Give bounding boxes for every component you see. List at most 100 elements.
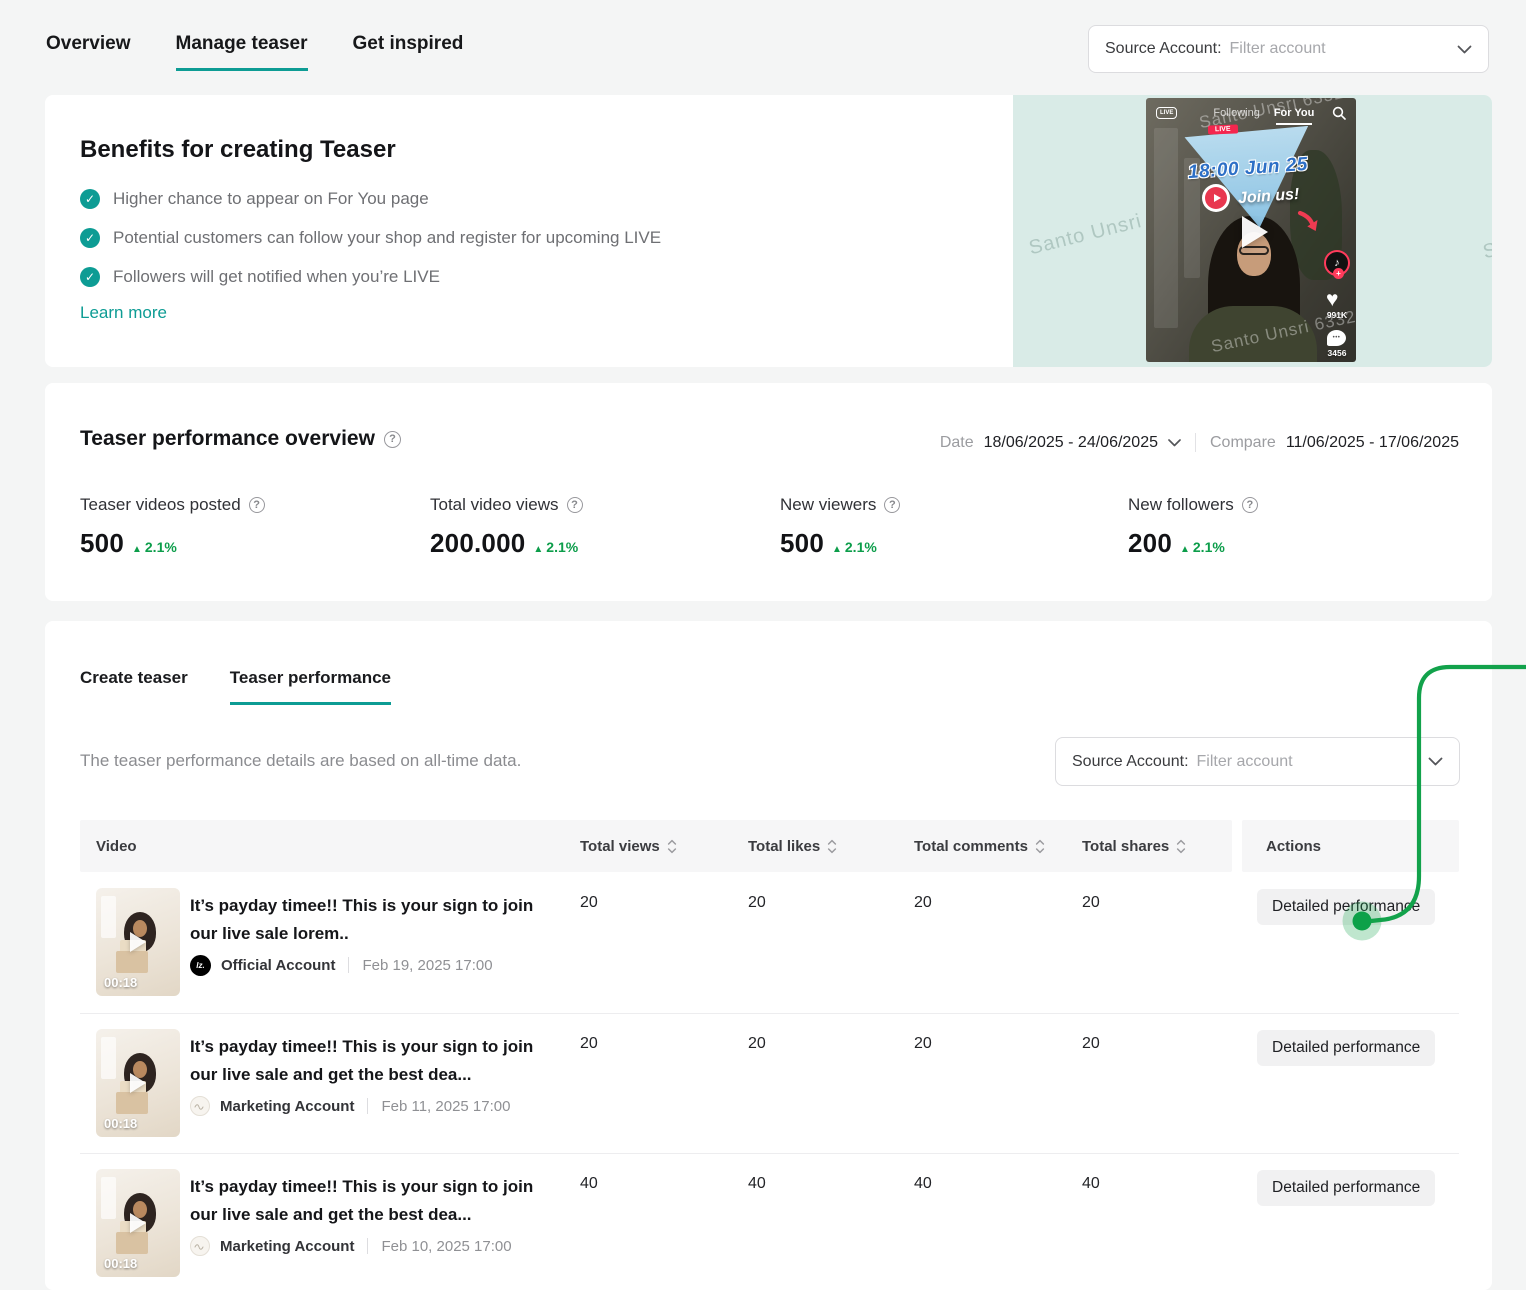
divider [348, 957, 350, 973]
divider [367, 1098, 369, 1114]
divider [367, 1238, 369, 1254]
question-icon[interactable]: ? [566, 497, 583, 513]
account-name: Marketing Account [220, 1237, 355, 1255]
heart-icon: ♥ [1326, 288, 1339, 311]
benefit-text: Potential customers can follow your shop… [113, 227, 662, 247]
sort-icon[interactable] [667, 839, 677, 854]
benefit-item: ✓ Followers will get notified when you’r… [80, 257, 440, 296]
compare-range-value[interactable]: 11/06/2025 - 17/06/2025 [1286, 434, 1459, 452]
account-avatar [190, 1096, 210, 1116]
tab-teaser-performance[interactable]: Teaser performance [229, 668, 392, 705]
column-header-total-likes[interactable]: Total likes [748, 820, 837, 872]
video-title: It’s payday timee!! This is your sign to… [190, 1037, 534, 1084]
column-label: Total comments [914, 837, 1028, 855]
overview-title-row: Teaser performance overview ? [80, 427, 401, 451]
metric-teaser-videos-posted: Teaser videos posted? 500 ▲ 2.1% [80, 495, 265, 559]
tab-overview[interactable]: Overview [46, 33, 131, 71]
learn-more-link[interactable]: Learn more [80, 303, 167, 323]
column-header-video: Video [96, 820, 137, 872]
all-time-data-note: The teaser performance details are based… [80, 751, 522, 770]
chevron-down-icon [1457, 45, 1472, 54]
presenter-figure [1189, 306, 1317, 362]
total-views-value: 20 [580, 1035, 598, 1052]
date-label: Date [939, 433, 974, 451]
play-icon [130, 1213, 146, 1233]
comment-bubble-icon: ••• [1327, 330, 1346, 346]
question-icon[interactable]: ? [248, 497, 265, 513]
filter-placeholder: Filter account [1196, 752, 1293, 770]
increase-arrow-icon: ▲ [131, 544, 142, 555]
total-comments-value: 20 [914, 894, 932, 911]
total-likes-value: 20 [748, 1035, 766, 1052]
red-arrow-icon [1296, 210, 1322, 241]
chevron-down-icon[interactable] [1168, 438, 1181, 447]
benefits-card: Benefits for creating Teaser ✓ Higher ch… [45, 95, 1492, 367]
search-icon [1332, 106, 1346, 120]
video-duration: 00:18 [104, 1116, 138, 1131]
date-range-value[interactable]: 18/06/2025 - 24/06/2025 [984, 434, 1158, 452]
metric-value: 500 [80, 528, 124, 558]
video-thumbnail[interactable]: 00:18 [96, 1169, 180, 1277]
check-circle-icon: ✓ [80, 227, 100, 248]
video-title: It’s payday timee!! This is your sign to… [190, 896, 534, 943]
benefit-text: Higher chance to appear on For You page [113, 188, 429, 208]
play-icon [130, 932, 146, 952]
question-icon[interactable]: ? [383, 430, 401, 448]
table-row: 00:18 It’s payday timee!! This is your s… [80, 873, 1459, 1013]
tab-get-inspired[interactable]: Get inspired [353, 33, 464, 71]
benefit-item: ✓ Potential customers can follow your sh… [80, 218, 661, 257]
tab-create-teaser[interactable]: Create teaser [80, 668, 188, 705]
sort-icon[interactable] [827, 839, 837, 854]
detailed-performance-button[interactable]: Detailed performance [1257, 1030, 1436, 1066]
video-thumbnail[interactable]: 00:18 [96, 1029, 180, 1137]
filter-label: Source Account: [1105, 40, 1222, 57]
total-views-value: 40 [580, 1175, 598, 1192]
play-badge-icon [1202, 184, 1230, 212]
comments-count: 3456 [1327, 348, 1347, 358]
detailed-performance-button[interactable]: Detailed performance [1257, 889, 1436, 925]
promo-panel: Santo Unsri 6332 Santo Unsri 6332 LIVE F… [1013, 95, 1492, 367]
detailed-performance-button[interactable]: Detailed performance [1257, 1170, 1436, 1206]
column-header-total-shares[interactable]: Total shares [1082, 820, 1186, 872]
account-name: Marketing Account [220, 1097, 355, 1115]
metric-delta: 2.1% [1192, 539, 1225, 555]
sort-icon[interactable] [1035, 839, 1045, 854]
metric-total-video-views: Total video views? 200.000 ▲ 2.1% [430, 495, 583, 559]
column-header-total-comments[interactable]: Total comments [914, 820, 1045, 872]
phone-decor [1154, 128, 1178, 328]
metric-delta: 2.1% [546, 539, 579, 555]
manage-teaser-page: Overview Manage teaser Get inspired Sour… [0, 0, 1526, 1290]
metric-value: 200.000 [430, 528, 526, 558]
column-header-total-views[interactable]: Total views [580, 820, 677, 872]
increase-arrow-icon: ▲ [1179, 544, 1190, 555]
likes-count: 991K [1326, 310, 1348, 320]
video-play-icon[interactable] [1242, 216, 1268, 248]
source-account-filter-table[interactable]: Source Account: Filter account [1055, 737, 1460, 786]
compare-label: Compare [1210, 433, 1276, 451]
video-duration: 00:18 [104, 975, 138, 990]
video-meta: lz. Official Account Feb 19, 2025 17:00 [190, 954, 493, 976]
account-name: Official Account [221, 956, 336, 974]
post-date: Feb 19, 2025 17:00 [362, 956, 493, 974]
table-row: 00:18 It’s payday timee!! This is your s… [80, 1013, 1459, 1153]
date-range-row: Date 18/06/2025 - 24/06/2025 Compare 11/… [940, 433, 1459, 452]
sort-icon[interactable] [1176, 839, 1186, 854]
check-circle-icon: ✓ [80, 266, 100, 287]
column-header-actions: Actions [1266, 820, 1321, 872]
question-icon[interactable]: ? [1241, 497, 1258, 513]
total-shares-value: 40 [1082, 1175, 1100, 1192]
table-row: 00:18 It’s payday timee!! This is your s… [80, 1153, 1459, 1290]
metric-delta: 2.1% [144, 539, 177, 555]
metric-value: 500 [780, 528, 824, 558]
teaser-video-preview: LIVE Following For You LIVE 18:00 Jun 25… [1146, 98, 1356, 362]
thumbnail-art [101, 896, 116, 938]
source-account-filter-top[interactable]: Source Account: Filter account [1088, 25, 1489, 73]
thumbnail-art [116, 1232, 148, 1254]
for-you-tab: For You [1273, 107, 1315, 125]
account-avatar [190, 1236, 210, 1256]
overview-title: Teaser performance overview [80, 427, 375, 450]
tab-manage-teaser[interactable]: Manage teaser [175, 33, 308, 71]
following-tab: Following [1213, 107, 1260, 119]
question-icon[interactable]: ? [884, 497, 901, 513]
video-thumbnail[interactable]: 00:18 [96, 888, 180, 996]
